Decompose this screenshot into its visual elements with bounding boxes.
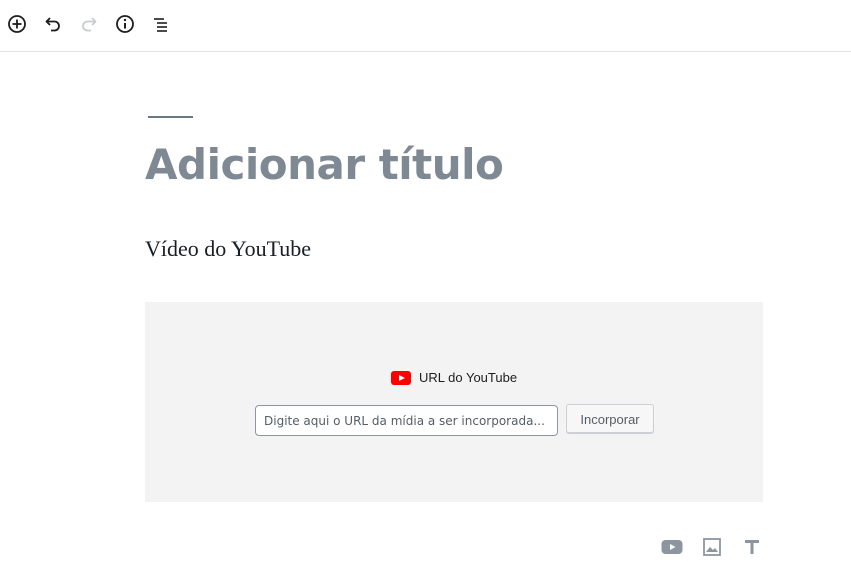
embed-label: URL do YouTube xyxy=(391,370,517,385)
list-view-button[interactable] xyxy=(149,12,173,36)
block-heading-text[interactable]: Vídeo do YouTube xyxy=(145,235,311,263)
youtube-logo-icon xyxy=(391,370,411,385)
info-icon xyxy=(116,15,134,33)
list-view-icon xyxy=(154,18,167,32)
insert-image-button[interactable] xyxy=(700,535,724,559)
insert-youtube-button[interactable] xyxy=(660,535,684,559)
redo-button[interactable] xyxy=(77,12,101,36)
undo-button[interactable] xyxy=(41,12,65,36)
youtube-icon xyxy=(661,540,683,554)
text-icon xyxy=(745,540,759,554)
add-block-button[interactable] xyxy=(5,12,29,36)
plus-circle-icon xyxy=(8,15,26,33)
title-separator xyxy=(148,116,193,118)
youtube-embed-placeholder: URL do YouTube Incorporar xyxy=(145,302,763,502)
image-icon xyxy=(703,538,721,556)
content-info-button[interactable] xyxy=(113,12,137,36)
embed-url-input[interactable] xyxy=(255,405,558,436)
insert-paragraph-button[interactable] xyxy=(740,535,764,559)
undo-icon xyxy=(45,17,60,32)
redo-icon xyxy=(82,17,97,32)
post-title-placeholder[interactable]: Adicionar título xyxy=(145,138,504,192)
editor-toolbar xyxy=(0,0,851,52)
embed-label-text: URL do YouTube xyxy=(419,370,518,385)
embed-button[interactable]: Incorporar xyxy=(566,404,654,434)
editor-canvas: Adicionar título Vídeo do YouTube URL do… xyxy=(0,53,851,584)
